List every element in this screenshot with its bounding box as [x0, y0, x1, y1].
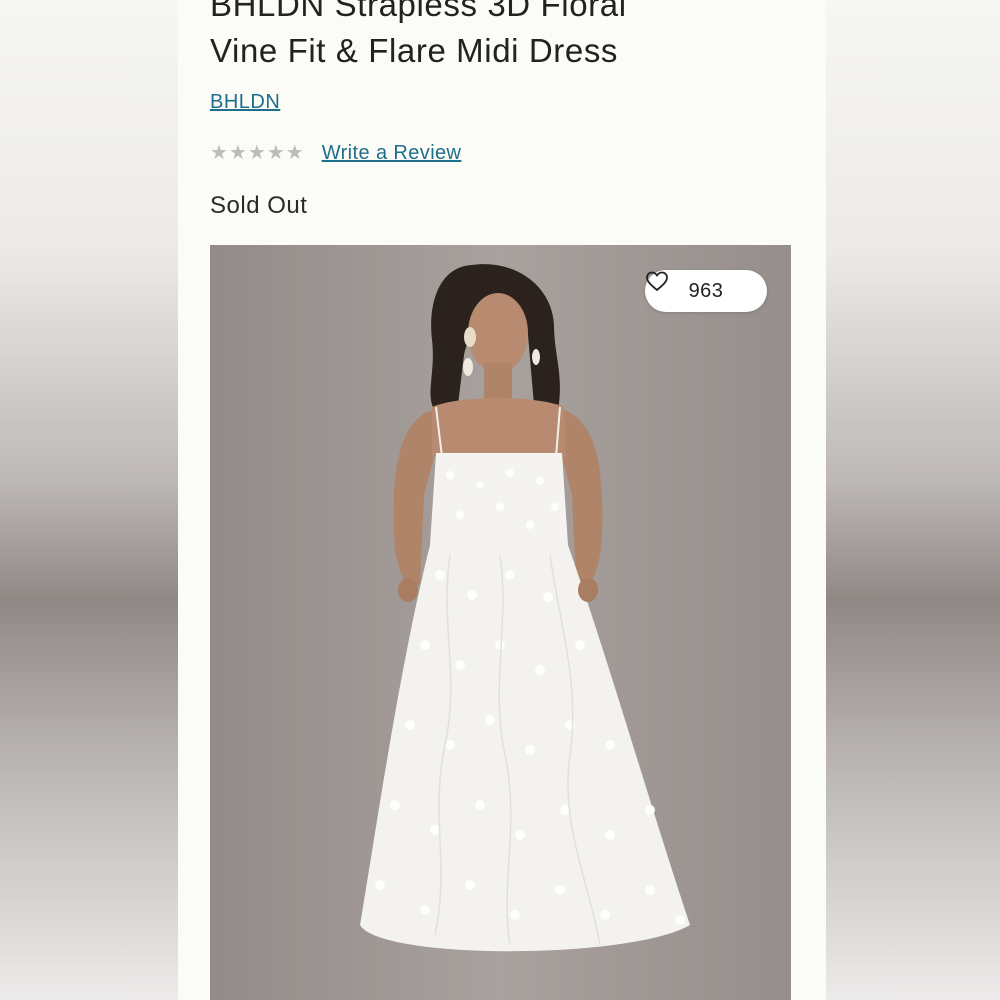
star-rating: ★ ★ ★ ★ ★ [210, 143, 304, 163]
star-icon: ★ [266, 142, 285, 164]
heart-outline-icon [646, 271, 668, 291]
favorite-count: 963 [688, 279, 724, 302]
star-icon: ★ [247, 142, 266, 164]
model-illustration [360, 264, 690, 952]
product-title: BHLDN Strapless 3D Floral Vine Fit & Fla… [210, 0, 810, 74]
write-review-link[interactable]: Write a Review [322, 142, 462, 165]
product-title-line-1: BHLDN Strapless 3D Floral [210, 0, 627, 23]
product-detail-panel: BHLDN Strapless 3D Floral Vine Fit & Fla… [178, 0, 826, 1000]
brand-link[interactable]: BHLDN [210, 91, 280, 114]
product-title-line-2: Vine Fit & Flare Midi Dress [210, 32, 619, 69]
product-photo[interactable]: 963 [210, 245, 791, 1000]
star-icon: ★ [210, 142, 228, 164]
star-icon: ★ [228, 142, 247, 164]
favorite-button[interactable]: 963 [645, 270, 767, 312]
rating-row: ★ ★ ★ ★ ★ Write a Review [210, 139, 461, 167]
blurred-background-left [0, 0, 178, 1000]
star-icon: ★ [285, 142, 304, 164]
blurred-background-right [826, 0, 1000, 1000]
availability-status: Sold Out [210, 192, 308, 219]
